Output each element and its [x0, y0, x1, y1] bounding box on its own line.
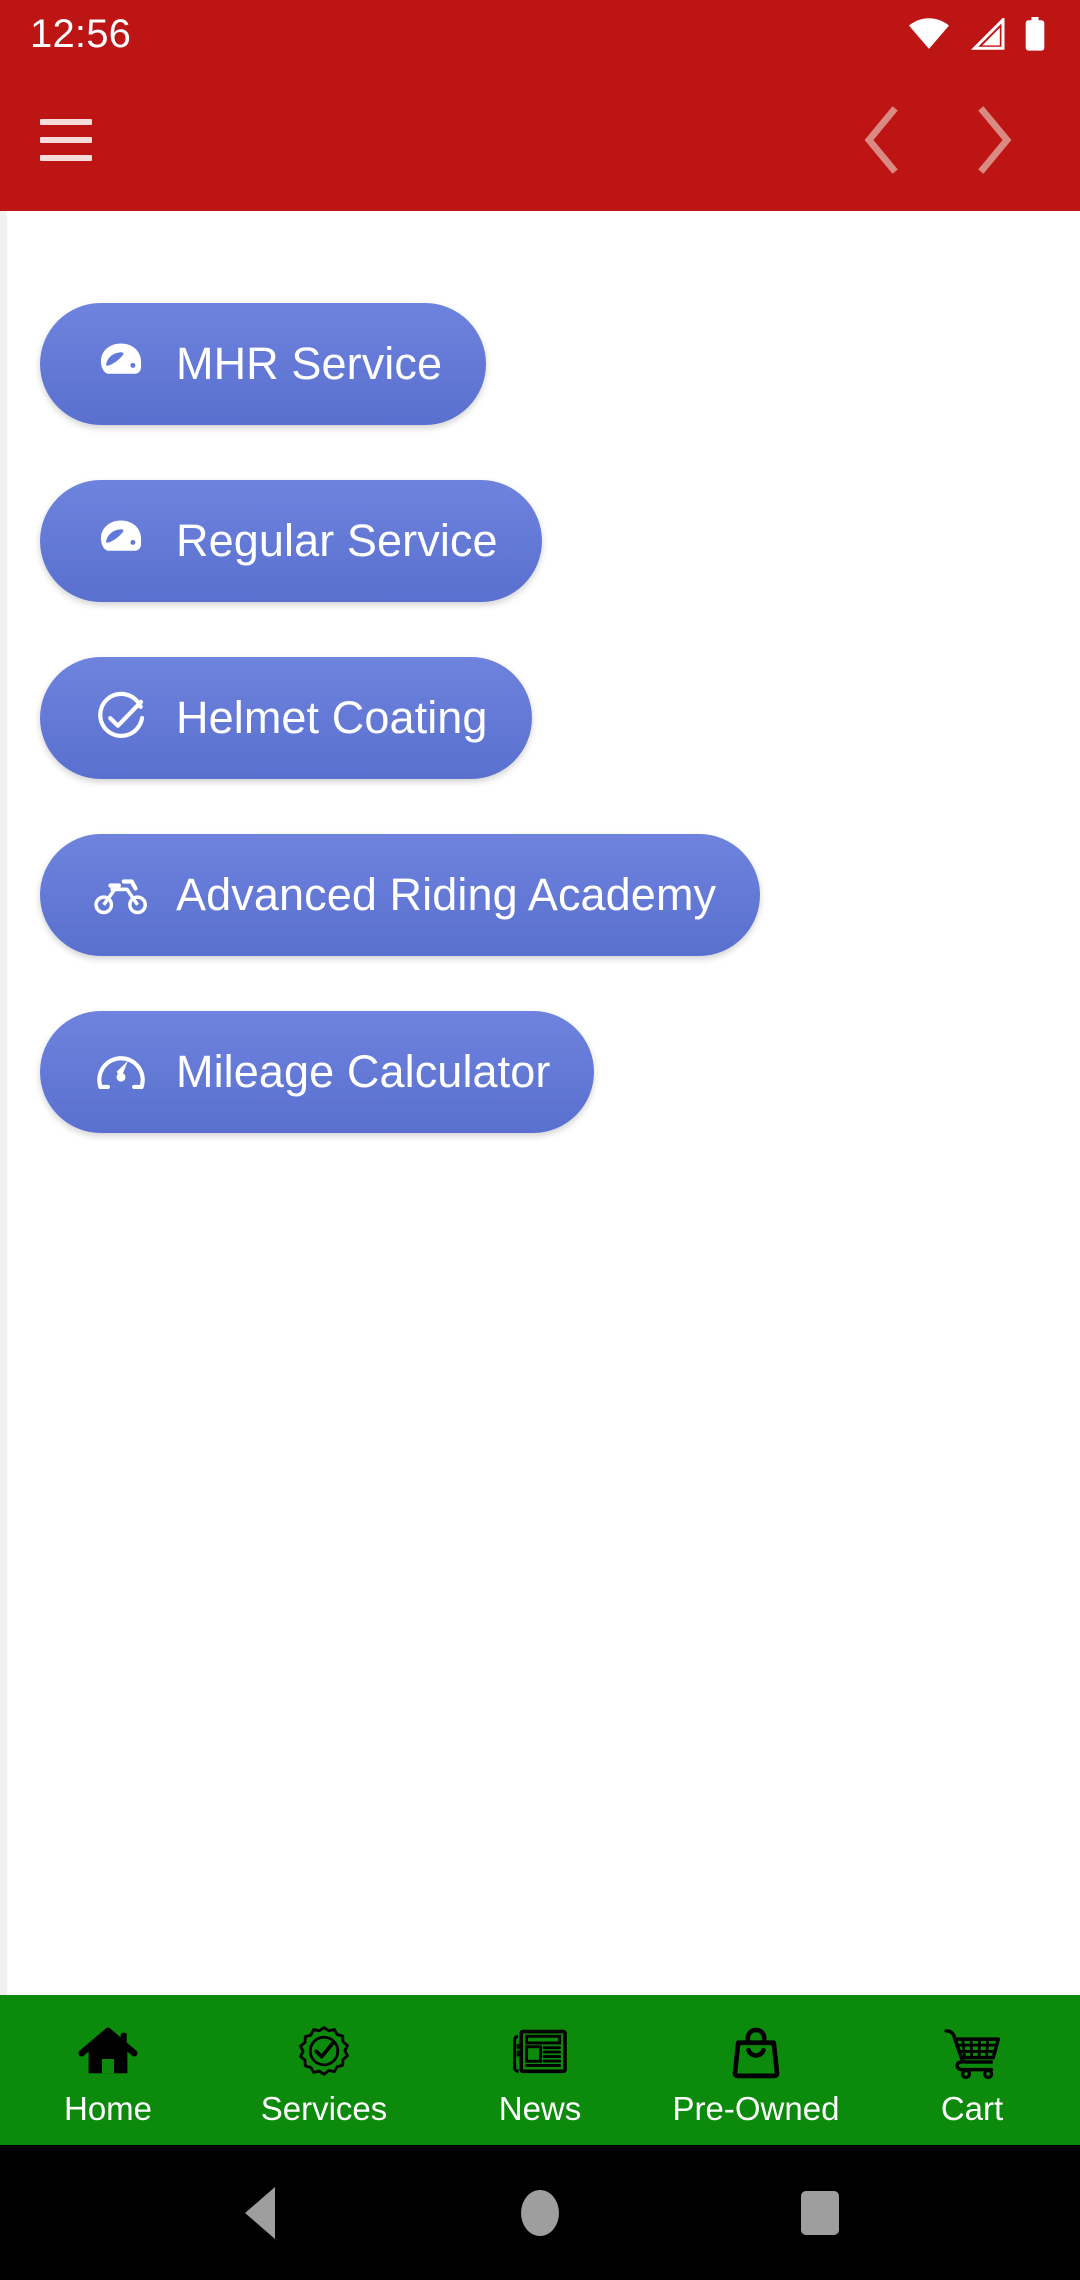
service-button-helmet-coating[interactable]: Helmet Coating — [40, 657, 532, 779]
app-bar — [0, 68, 1080, 211]
hamburger-line — [40, 118, 92, 125]
shopping-cart-icon — [942, 2022, 1002, 2084]
helmet-icon — [92, 335, 150, 393]
service-button-regular-service[interactable]: Regular Service — [40, 480, 542, 602]
back-triangle-icon — [245, 2186, 275, 2239]
hamburger-menu-icon[interactable] — [40, 118, 92, 161]
nav-item-label: Services — [260, 2089, 388, 2127]
service-button-label: Regular Service — [176, 515, 498, 566]
status-bar-icons — [908, 17, 1046, 51]
nav-item-label: Cart — [940, 2089, 1004, 2127]
android-system-navigation-bar — [0, 2145, 1080, 2280]
battery-icon — [1024, 17, 1046, 51]
status-bar-clock: 12:56 — [30, 12, 132, 56]
webview-nav-controls — [846, 104, 1052, 176]
bottom-navigation-bar: Home Services News Pre-Owned Cart — [0, 1995, 1080, 2145]
recents-square-icon — [801, 2190, 839, 2235]
hamburger-line — [40, 154, 92, 161]
shopping-bag-icon — [728, 2022, 784, 2084]
status-bar: 12:56 — [0, 0, 1080, 68]
service-button-mhr-service[interactable]: MHR Service — [40, 303, 487, 425]
helmet-icon — [92, 512, 150, 570]
nav-item-pre-owned[interactable]: Pre-Owned — [648, 1995, 864, 2145]
chevron-right-icon[interactable] — [958, 104, 1030, 176]
check-circle-icon — [92, 689, 150, 747]
speedometer-icon — [92, 1043, 150, 1101]
badge-check-icon — [295, 2022, 353, 2084]
cellular-signal-icon — [968, 18, 1006, 50]
hamburger-line — [40, 136, 92, 143]
android-recents-button[interactable] — [775, 2168, 865, 2258]
service-button-advanced-riding-academy[interactable]: Advanced Riding Academy — [40, 834, 761, 956]
nav-item-home[interactable]: Home — [0, 1995, 216, 2145]
nav-item-label: Home — [63, 2089, 153, 2127]
nav-item-cart[interactable]: Cart — [864, 1995, 1080, 2145]
nav-item-label: Pre-Owned — [672, 2089, 840, 2127]
service-button-label: Helmet Coating — [176, 692, 488, 743]
nav-item-news[interactable]: News — [432, 1995, 648, 2145]
nav-item-services[interactable]: Services — [216, 1995, 432, 2145]
nav-item-label: News — [498, 2089, 582, 2127]
service-button-label: Advanced Riding Academy — [176, 869, 717, 920]
service-button-label: Mileage Calculator — [176, 1046, 551, 1097]
wifi-icon — [908, 18, 950, 50]
newspaper-icon — [511, 2022, 569, 2084]
service-button-mileage-calculator[interactable]: Mileage Calculator — [40, 1011, 595, 1133]
service-button-label: MHR Service — [176, 338, 443, 389]
main-content: MHR Service Regular Service Helmet Coati… — [0, 211, 1080, 1995]
chevron-left-icon[interactable] — [846, 104, 918, 176]
android-back-button[interactable] — [215, 2168, 305, 2258]
home-circle-icon — [521, 2189, 559, 2236]
android-home-button[interactable] — [495, 2168, 585, 2258]
motorcycle-icon — [92, 866, 150, 924]
home-icon — [78, 2022, 138, 2084]
phone-screen: 12:56 MHR Service Regular Service Helmet… — [0, 0, 1080, 2280]
